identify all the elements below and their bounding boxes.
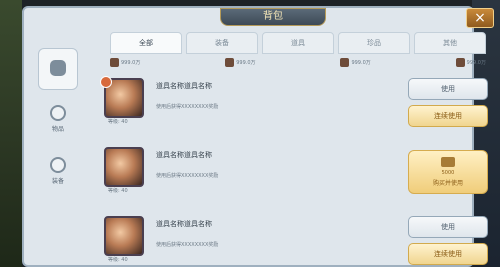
gold-icon <box>110 57 119 67</box>
item-name: 道具名称道具名称 <box>156 220 212 228</box>
close-button[interactable]: × <box>466 8 494 28</box>
currency-item: 999.0万 <box>455 57 486 67</box>
tab-props[interactable]: 道具 <box>262 32 334 54</box>
item-level: 等级: 40 <box>108 188 128 194</box>
continuous-use-button[interactable]: 连续使用 <box>408 243 488 265</box>
gem-icon <box>340 57 350 67</box>
tab-all[interactable]: 全部 <box>110 32 182 54</box>
item-name: 道具名称道具名称 <box>156 151 212 159</box>
item-row: 等级: 40 道具名称道具名称 使用后获得XXXXXXXX奖励 使用 连续使用 <box>100 72 488 135</box>
sidebar: 物品 装备 <box>34 48 84 200</box>
coin-icon <box>225 57 235 67</box>
sidebar-item-equipment[interactable]: 装备 <box>38 148 78 194</box>
tab-other[interactable]: 其他 <box>414 32 486 54</box>
bag-icon <box>50 59 66 76</box>
buy-price: 5000 <box>441 170 455 176</box>
item-description: 使用后获得XXXXXXXX奖励 <box>156 242 219 248</box>
currency-icon <box>441 157 455 167</box>
continuous-use-button[interactable]: 连续使用 <box>408 105 488 127</box>
currency-item: 999.0万 <box>225 57 256 67</box>
use-button[interactable]: 使用 <box>408 78 488 100</box>
currency-value: 999.0万 <box>236 59 256 66</box>
new-badge-icon <box>100 76 112 88</box>
item-thumbnail[interactable] <box>104 216 144 256</box>
currency-item: 999.0万 <box>110 57 141 67</box>
sidebar-item-label: 物品 <box>51 126 64 133</box>
item-description: 使用后获得XXXXXXXX奖励 <box>156 104 219 110</box>
buy-label: 购买并使用 <box>432 180 463 187</box>
tab-equipment[interactable]: 装备 <box>186 32 258 54</box>
item-description: 使用后获得XXXXXXXX奖励 <box>156 173 219 179</box>
item-thumbnail[interactable] <box>104 147 144 187</box>
currency-row: 999.0万 999.0万 999.0万 999.0万 <box>110 56 486 68</box>
item-row: 等级: 40 道具名称道具名称 使用后获得XXXXXXXX奖励 5000 购买并… <box>104 141 488 204</box>
category-tabs: 全部 装备 道具 珍品 其他 <box>110 32 486 54</box>
item-level: 等级: 40 <box>108 119 128 125</box>
equip-icon <box>50 157 66 173</box>
left-scene-backdrop <box>0 0 22 267</box>
use-button[interactable]: 使用 <box>408 216 488 238</box>
item-icon <box>50 105 66 121</box>
currency-item: 999.0万 <box>340 57 371 67</box>
currency-value: 999.0万 <box>121 59 141 66</box>
item-list: 等级: 40 道具名称道具名称 使用后获得XXXXXXXX奖励 使用 连续使用 … <box>100 72 488 267</box>
window-title: 背包 <box>220 8 326 26</box>
sidebar-item-label: 装备 <box>51 178 64 185</box>
sidebar-item-items[interactable]: 物品 <box>38 96 78 142</box>
tab-treasure[interactable]: 珍品 <box>338 32 410 54</box>
currency-value: 999.0万 <box>466 59 486 66</box>
item-row: 等级: 40 道具名称道具名称 使用后获得XXXXXXXX奖励 使用 连续使用 <box>104 210 488 267</box>
token-icon <box>455 57 465 67</box>
sidebar-item-bag[interactable] <box>38 48 78 90</box>
buy-and-use-button[interactable]: 5000 购买并使用 <box>408 150 488 194</box>
bag-panel: 背包 × ‹ 物品 装备 全部 装备 道具 珍品 其他 999.0万 999.0… <box>22 6 494 267</box>
currency-value: 999.0万 <box>351 59 371 66</box>
item-level: 等级: 40 <box>108 257 128 263</box>
item-name: 道具名称道具名称 <box>156 82 212 90</box>
